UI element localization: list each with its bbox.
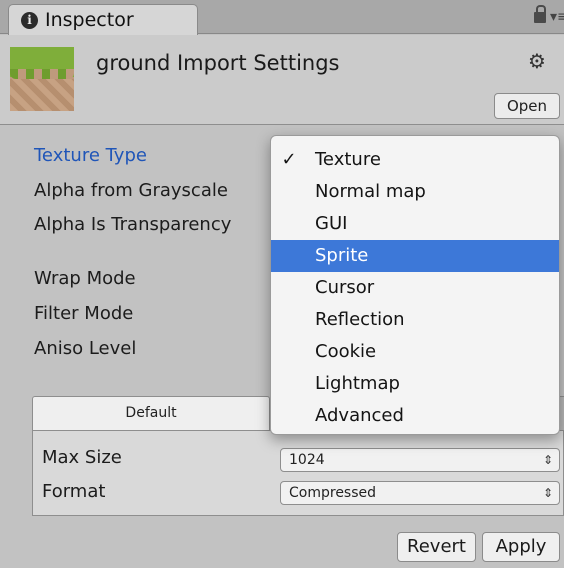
- property-aniso-level[interactable]: Aniso Level: [34, 338, 136, 359]
- menu-item-label: Texture: [315, 149, 381, 170]
- max-size-value: 1024: [289, 452, 325, 468]
- asset-title: ground Import Settings: [96, 51, 340, 75]
- menu-item-label: Sprite: [315, 245, 369, 266]
- menu-item-label: Advanced: [315, 405, 404, 426]
- menu-item-reflection[interactable]: Reflection: [271, 304, 559, 336]
- dropdown-arrows-icon: ⇕: [542, 453, 553, 467]
- property-alpha-is-transparency[interactable]: Alpha Is Transparency: [34, 214, 231, 235]
- gear-icon[interactable]: ⚙: [528, 49, 546, 73]
- menu-item-lightmap[interactable]: Lightmap: [271, 368, 559, 400]
- texture-type-menu: ✓ Texture Normal map GUI Sprite Cursor R…: [270, 135, 560, 435]
- menu-item-label: Cursor: [315, 277, 375, 298]
- dropdown-arrows-icon: ⇕: [542, 486, 553, 500]
- lock-icon[interactable]: [534, 5, 546, 23]
- format-label: Format: [42, 481, 106, 502]
- open-button[interactable]: Open: [494, 93, 560, 119]
- context-menu-icon[interactable]: ▾≡: [550, 9, 564, 25]
- menu-item-sprite[interactable]: Sprite: [271, 240, 559, 272]
- property-filter-mode[interactable]: Filter Mode: [34, 303, 133, 324]
- menu-item-texture[interactable]: ✓ Texture: [271, 144, 559, 176]
- tab-label: Inspector: [45, 9, 134, 31]
- menu-item-label: Lightmap: [315, 373, 400, 394]
- import-settings-header: ground Import Settings ⚙ Open: [0, 35, 564, 125]
- checkmark-icon: ✓: [281, 149, 297, 170]
- revert-button[interactable]: Revert: [397, 532, 476, 562]
- menu-item-label: Cookie: [315, 341, 377, 362]
- property-alpha-from-grayscale[interactable]: Alpha from Grayscale: [34, 180, 228, 201]
- menu-item-cookie[interactable]: Cookie: [271, 336, 559, 368]
- max-size-dropdown[interactable]: 1024 ⇕: [280, 448, 560, 472]
- apply-button[interactable]: Apply: [482, 532, 560, 562]
- max-size-label: Max Size: [42, 447, 122, 468]
- format-dropdown[interactable]: Compressed ⇕: [280, 481, 560, 505]
- menu-item-normal-map[interactable]: Normal map: [271, 176, 559, 208]
- menu-item-gui[interactable]: GUI: [271, 208, 559, 240]
- platform-tab-default[interactable]: Default: [32, 396, 270, 430]
- menu-item-cursor[interactable]: Cursor: [271, 272, 559, 304]
- format-value: Compressed: [289, 485, 377, 501]
- menu-item-label: Reflection: [315, 309, 405, 330]
- property-wrap-mode[interactable]: Wrap Mode: [34, 268, 136, 289]
- tab-inspector[interactable]: i Inspector: [8, 4, 198, 35]
- info-icon: i: [21, 12, 38, 29]
- texture-thumbnail: [10, 47, 74, 111]
- menu-item-label: Normal map: [315, 181, 426, 202]
- menu-item-advanced[interactable]: Advanced: [271, 400, 559, 432]
- tab-bar: i Inspector ▾≡: [0, 0, 564, 35]
- menu-item-label: GUI: [315, 213, 348, 234]
- property-texture-type[interactable]: Texture Type: [34, 145, 147, 166]
